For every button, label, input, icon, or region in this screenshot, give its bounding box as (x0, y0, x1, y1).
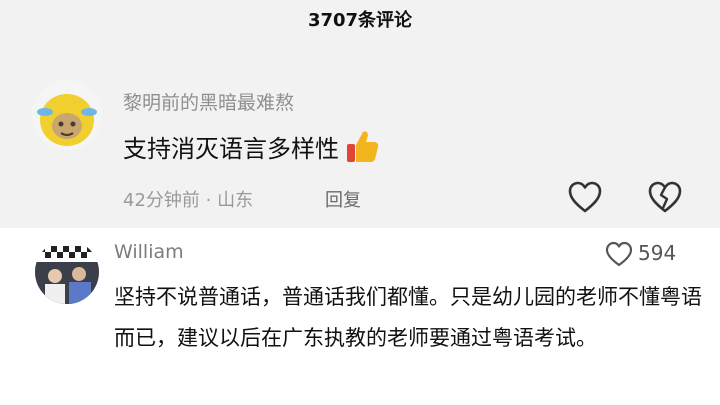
comment-username[interactable]: William (114, 241, 184, 263)
comment-username[interactable]: 黎明前的黑暗最难熬 (123, 88, 294, 115)
comment-meta: 42分钟前 · 山东 (123, 190, 254, 211)
comment-body: 坚持不说普通话，普通话我们都懂。只是幼儿园的老师不懂粤语而已，建议以后在广东执教… (114, 285, 702, 350)
top-comment-panel: 3707条评论 黎明前的黑暗最难熬 支持消灭语言多样性 42分钟前 · 山东 回… (0, 0, 720, 228)
comment-body: 支持消灭语言多样性 (123, 134, 339, 163)
heart-icon[interactable] (566, 178, 604, 216)
cartoon-avatar-icon (32, 80, 102, 150)
thumbs-up-icon (347, 131, 379, 162)
avatar[interactable] (35, 240, 99, 304)
photo-avatar-icon (35, 240, 99, 304)
comment-count-title: 3707条评论 (307, 10, 413, 31)
comment-text: 支持消灭语言多样性 (123, 128, 379, 164)
broken-heart-icon[interactable] (646, 178, 684, 216)
reply-button[interactable]: 回复 (325, 186, 361, 212)
avatar[interactable] (32, 80, 102, 150)
heart-icon[interactable] (604, 240, 634, 268)
like-count: 594 (638, 241, 677, 265)
